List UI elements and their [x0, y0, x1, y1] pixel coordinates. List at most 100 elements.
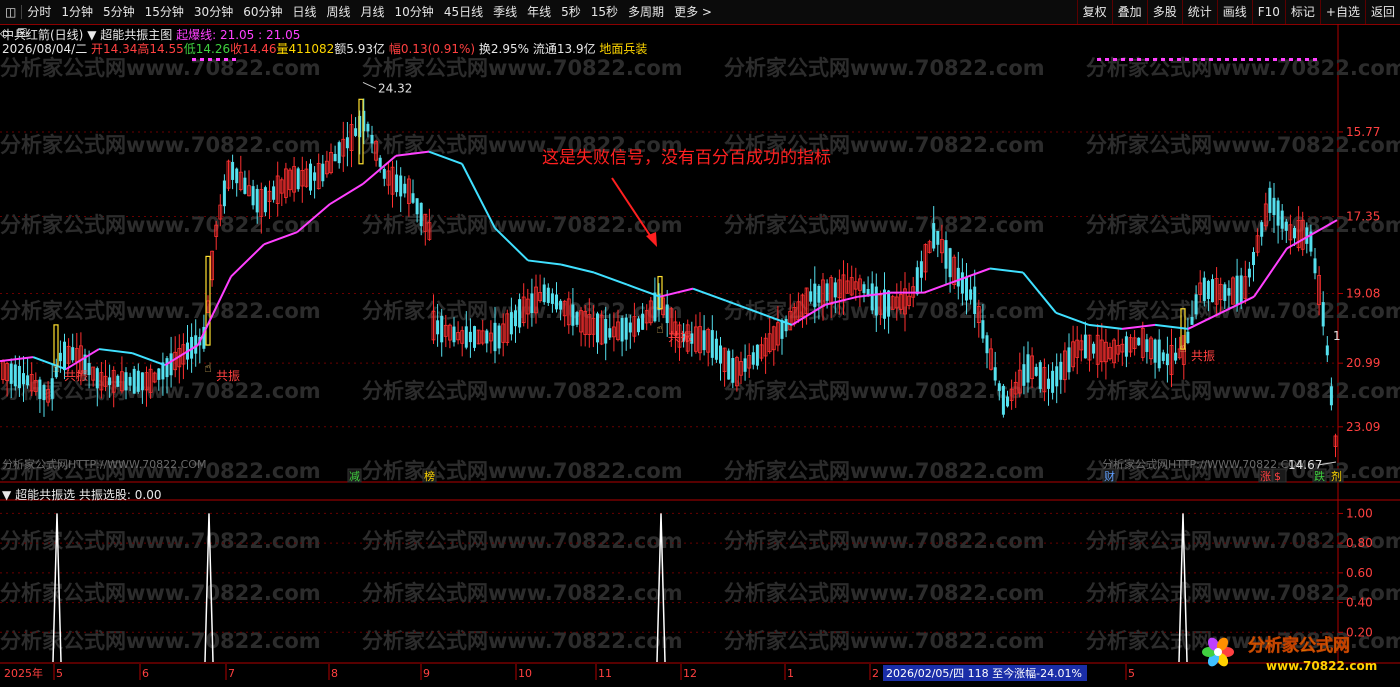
candle-body-down: [140, 372, 144, 391]
candle-body-down: [1083, 334, 1087, 359]
candle-body-down: [71, 347, 75, 361]
candle-body-down: [575, 312, 579, 325]
top-dot-mark: [1289, 58, 1293, 61]
candle-body-down: [128, 376, 132, 386]
top-dot-mark: [1217, 58, 1221, 61]
candle-body-down: [624, 317, 628, 340]
candle-body-down: [780, 320, 784, 339]
candle-body-down: [337, 142, 341, 164]
candle-body-down: [399, 175, 403, 197]
top-dot-mark: [208, 58, 212, 61]
candle-body-down: [960, 272, 964, 294]
candle-body-down: [546, 287, 550, 303]
candle-body-down: [116, 375, 120, 387]
candle-body-down: [514, 310, 517, 327]
top-dot-mark: [1153, 58, 1157, 61]
hand-pointer-icon: ☝: [204, 361, 212, 376]
trigger-line-segment: [1253, 247, 1288, 298]
kline-chart[interactable]: 23.0920.9919.0817.3515.77分析家公式网www.70822…: [0, 0, 1400, 687]
candle-body-down: [833, 282, 837, 298]
hand-pointer-icon: ☝: [1179, 341, 1187, 356]
top-dot-mark: [224, 58, 228, 61]
candle-body-down: [653, 292, 657, 322]
candle-body-down: [157, 368, 161, 380]
candle-body-down: [862, 284, 866, 294]
candle-body-down: [63, 341, 66, 371]
candle-body-down: [222, 180, 226, 207]
candle-body-down: [395, 174, 399, 193]
candle-body-down: [956, 267, 960, 287]
watermark-text: 分析家公式网www.70822.com: [0, 529, 321, 553]
top-dot-mark: [216, 58, 220, 61]
trigger-line-segment: [1088, 323, 1123, 330]
candle-body-down: [1059, 361, 1063, 380]
subchart-header: ▼ 超能共振选 共振选股: 0.00: [2, 486, 161, 503]
x-axis-label: 9: [423, 667, 430, 680]
watermark-text: 分析家公式网www.70822.com: [362, 529, 683, 553]
watermark-text: 分析家公式网www.70822.com: [724, 581, 1045, 605]
watermark-text: 分析家公式网www.70822.com: [724, 56, 1045, 80]
candle-body-down: [1034, 366, 1038, 376]
candle-body-down: [731, 358, 735, 383]
candle-body-down: [981, 320, 985, 339]
logo-url: www.70822.com: [1266, 659, 1377, 673]
candle-body-down: [440, 315, 444, 343]
candle-body-down: [665, 304, 669, 324]
top-dot-mark: [1241, 58, 1245, 61]
subchart-label: 共振选股: 0.00: [78, 488, 162, 502]
candle-body-down: [165, 358, 169, 378]
candle-body-down: [17, 365, 21, 389]
subchart-title[interactable]: 超能共振选: [15, 488, 75, 502]
candle-body-down: [354, 128, 358, 136]
candle-body-down: [641, 313, 645, 330]
trigger-line-segment: [98, 348, 133, 355]
candle-body-down: [436, 320, 440, 335]
top-dot-mark: [1177, 58, 1181, 61]
trigger-line-segment: [659, 287, 694, 298]
candle-body-down: [809, 291, 813, 302]
candle-body-down: [604, 318, 608, 344]
x-axis-label: 8: [331, 667, 338, 680]
candle-body-down: [87, 362, 91, 376]
trigger-line-segment: [923, 279, 958, 294]
sub-tick-label: 0.80: [1346, 536, 1373, 550]
candle-body-down: [1157, 339, 1161, 369]
trigger-line-segment: [1121, 323, 1156, 330]
candle-body-down: [985, 335, 989, 354]
candle-body-down: [1190, 316, 1194, 325]
candle-body-down: [419, 202, 423, 227]
watermark-text: 分析家公式网www.70822.com: [0, 56, 321, 80]
candle-body-down: [1247, 268, 1251, 278]
watermark-text: 分析家公式网www.70822.com: [0, 133, 321, 157]
candle-body-down: [50, 378, 54, 399]
top-dot-mark: [1121, 58, 1125, 61]
candle-body-down: [42, 385, 46, 401]
candle-body-down: [136, 370, 140, 392]
event-mark-text: $: [1274, 470, 1281, 483]
event-mark-text: 剂: [1331, 469, 1342, 483]
sub-tick-label: 0.40: [1346, 596, 1373, 610]
dropdown-icon-sub[interactable]: ▼: [2, 488, 11, 502]
candle-body-down: [1293, 227, 1296, 239]
trigger-line-segment: [692, 287, 727, 302]
candle-body-down: [1276, 200, 1280, 226]
x-axis-label: 1: [787, 667, 794, 680]
candle-body-down: [1194, 294, 1198, 315]
candle-body-down: [784, 318, 788, 332]
candle-body-down: [1022, 364, 1026, 386]
candle-body-down: [1092, 343, 1096, 354]
candle-body-down: [272, 186, 276, 200]
top-dot-mark: [1249, 58, 1253, 61]
top-dot-mark: [1137, 58, 1141, 61]
top-dot-mark: [1145, 58, 1149, 61]
candle-body-down: [309, 163, 312, 191]
candle-body-down: [26, 375, 30, 386]
trigger-line-segment: [1055, 311, 1090, 326]
top-dot-mark: [1305, 58, 1309, 61]
top-dot-mark: [1113, 58, 1117, 61]
candle-body-down: [403, 183, 407, 194]
candle-body-down: [596, 313, 599, 343]
trigger-line-segment: [230, 243, 265, 278]
sub-tick-label: 0.60: [1346, 566, 1373, 580]
candle-body-down: [263, 187, 267, 213]
